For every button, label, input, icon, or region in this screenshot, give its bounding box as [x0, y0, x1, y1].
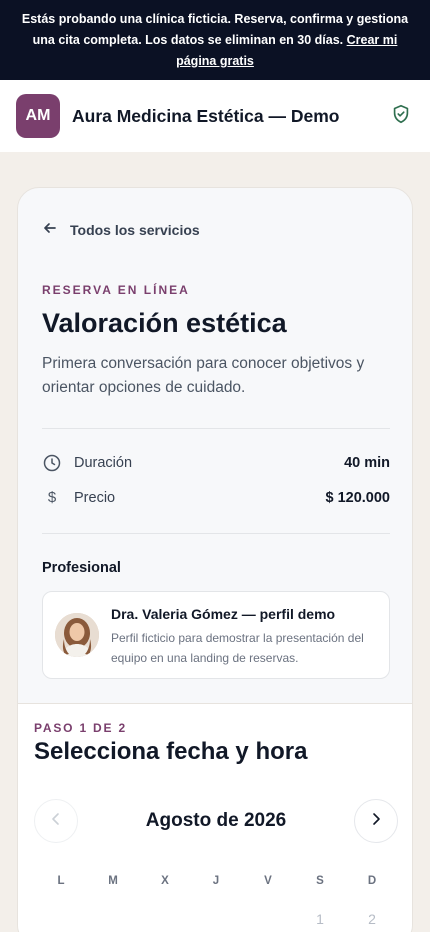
weekday-label: L — [57, 875, 65, 887]
calendar-day: 2 — [368, 911, 376, 927]
service-title: Valoración estética — [42, 308, 287, 338]
professional-avatar — [55, 613, 99, 657]
site-header: AM Aura Medicina Estética — Demo — [0, 80, 430, 152]
divider — [42, 428, 390, 429]
duration-row: Duración 40 min — [42, 454, 390, 472]
weekday-label: D — [367, 875, 377, 887]
price-value: $ 120.000 — [325, 489, 390, 506]
dollar-icon: $ — [47, 489, 57, 506]
divider — [42, 533, 390, 534]
professional-description: Perfil ficticio para demostrar la presen… — [111, 631, 364, 665]
brand-avatar: AM — [16, 94, 60, 138]
weekday-label: J — [212, 875, 220, 887]
arrow-left-icon — [42, 220, 70, 239]
demo-banner: Estás probando una clínica ficticia. Res… — [0, 0, 430, 80]
booking-eyebrow: RESERVA EN LÍNEA — [42, 283, 190, 297]
clock-icon — [42, 454, 62, 472]
brand-title: Aura Medicina Estética — Demo — [72, 105, 340, 126]
chevron-right-icon — [368, 811, 384, 832]
price-row: $ Precio $ 120.000 — [42, 489, 390, 506]
weekday-label: X — [161, 875, 169, 887]
service-description: Primera conversación para conocer objeti… — [42, 355, 365, 396]
weekday-label: M — [108, 875, 118, 887]
service-card: Todos los servicios RESERVA EN LÍNEA Val… — [17, 187, 413, 932]
calendar-day: 1 — [316, 911, 324, 927]
weekday-label: V — [264, 875, 272, 887]
duration-label: Duración — [74, 455, 133, 471]
booking-section: PASO 1 DE 2 Selecciona fecha y hora Agos… — [18, 703, 412, 932]
professional-heading: Profesional — [42, 560, 121, 576]
step-indicator: PASO 1 DE 2 — [34, 721, 127, 735]
professional-name: Dra. Valeria Gómez — perfil demo — [111, 606, 336, 622]
next-month-button[interactable] — [354, 799, 398, 843]
back-label: Todos los servicios — [70, 221, 200, 238]
price-label: Precio — [74, 489, 116, 506]
shield-check-icon — [390, 103, 414, 130]
professional-card[interactable]: Dra. Valeria Gómez — perfil demo Perfil … — [42, 591, 390, 679]
back-to-services-link[interactable]: Todos los servicios — [42, 220, 200, 239]
weekday-label: S — [316, 875, 324, 887]
booking-title: Selecciona fecha y hora — [34, 738, 308, 765]
duration-value: 40 min — [344, 455, 390, 471]
